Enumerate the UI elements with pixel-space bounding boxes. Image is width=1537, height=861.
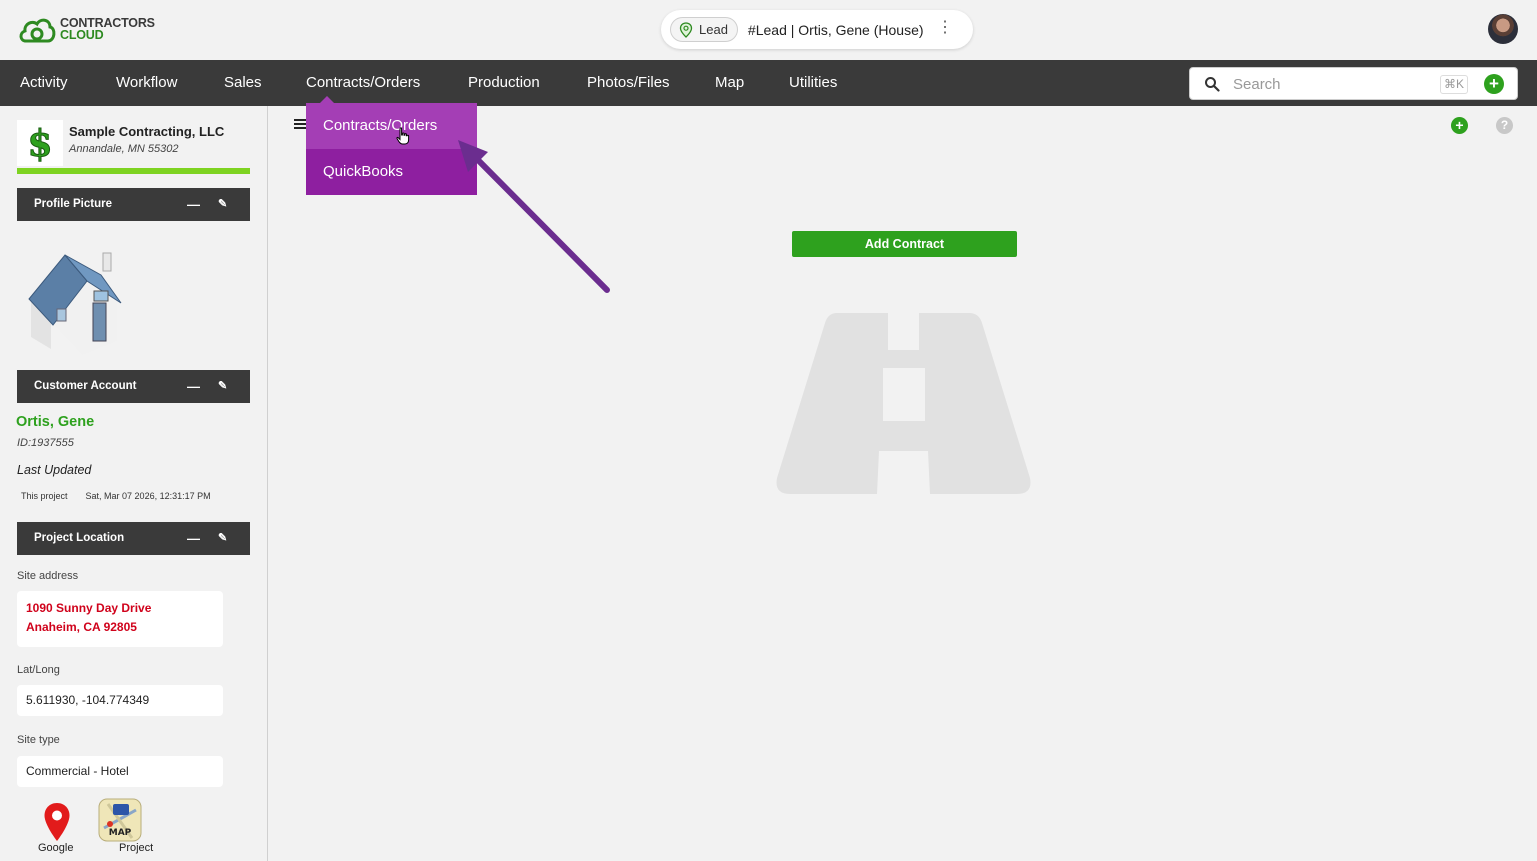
site-type-field[interactable]: Commercial - Hotel	[17, 756, 223, 787]
collapse-icon[interactable]: —	[187, 370, 200, 403]
svg-text:$: $	[27, 123, 52, 163]
add-contract-button[interactable]: Add Contract	[792, 231, 1017, 257]
top-bar: CONTRACTORS CLOUD Lead #Lead | Ortis, Ge…	[0, 0, 1537, 60]
search-icon	[1205, 77, 1220, 92]
project-map-label: Project	[119, 842, 154, 854]
location-pin-icon	[679, 21, 693, 38]
collapse-icon[interactable]: —	[187, 188, 200, 221]
record-title: #Lead | Ortis, Gene (House)	[747, 21, 924, 38]
edit-icon[interactable]: ✎	[218, 188, 227, 221]
this-project-label: This project	[21, 491, 68, 501]
search-shortcut: ⌘K	[1440, 75, 1469, 94]
map-links: Google MAP Project	[17, 798, 257, 858]
dollar-logo-icon: $	[17, 120, 63, 166]
main-nav: Activity Workflow Sales Contracts/Orders…	[0, 60, 1537, 106]
house-image	[28, 252, 122, 355]
latlong-label: Lat/Long	[17, 664, 60, 676]
nav-production[interactable]: Production	[468, 60, 540, 106]
logo-line2: CLOUD	[60, 28, 104, 42]
panel-title: Project Location	[34, 532, 125, 544]
progress-bar	[17, 168, 250, 174]
google-map-label: Google	[38, 842, 74, 854]
hand-cursor-icon	[396, 127, 410, 145]
company-address: Annandale, MN 55302	[69, 143, 179, 155]
company-name: Sample Contracting, LLC	[69, 124, 225, 139]
last-updated-row: This project Sat, Mar 07 2026, 12:31:17 P…	[21, 491, 211, 501]
nav-utilities[interactable]: Utilities	[789, 60, 837, 106]
nav-workflow[interactable]: Workflow	[116, 60, 177, 106]
last-updated-label: Last Updated	[17, 463, 92, 477]
user-avatar[interactable]	[1488, 14, 1518, 44]
this-project-date: Sat, Mar 07 2026, 12:31:17 PM	[85, 491, 211, 501]
left-sidebar: $ Sample Contracting, LLC Annandale, MN …	[0, 106, 268, 861]
global-search[interactable]: ⌘K +	[1189, 67, 1518, 100]
nav-sales[interactable]: Sales	[224, 60, 262, 106]
project-map-icon[interactable]: MAP	[98, 798, 142, 842]
site-address-label: Site address	[17, 570, 79, 582]
quick-add-icon[interactable]: +	[1484, 74, 1504, 94]
record-selector[interactable]: Lead #Lead | Ortis, Gene (House) ⋮	[661, 10, 973, 49]
annotation-arrow	[458, 140, 610, 293]
customer-name-link[interactable]: Ortis, Gene	[16, 414, 94, 430]
customer-id: ID:1937555	[17, 437, 74, 449]
collapse-icon[interactable]: —	[187, 522, 200, 555]
nav-map[interactable]: Map	[715, 60, 744, 106]
site-address-line1: 1090 Sunny Day Drive	[26, 601, 152, 615]
lead-chip-label: Lead	[699, 22, 728, 37]
search-input[interactable]	[1233, 74, 1423, 94]
google-map-pin-icon[interactable]	[43, 802, 71, 842]
site-type-label: Site type	[17, 734, 60, 746]
profile-picture-panel-header[interactable]: Profile Picture — ✎	[17, 188, 250, 221]
panel-title: Customer Account	[34, 380, 137, 392]
panel-title: Profile Picture	[34, 198, 112, 210]
project-location-panel-header[interactable]: Project Location — ✎	[17, 522, 250, 555]
latlong-field[interactable]: 5.611930, -104.774349	[17, 685, 223, 716]
help-icon[interactable]: ?	[1496, 117, 1513, 134]
app-logo[interactable]: CONTRACTORS CLOUD	[18, 14, 155, 44]
company-card: $ Sample Contracting, LLC Annandale, MN …	[17, 120, 250, 168]
empty-state-road-icon	[776, 313, 1031, 494]
nav-activity[interactable]: Activity	[20, 60, 68, 106]
add-icon[interactable]: +	[1451, 117, 1468, 134]
hamburger-menu-icon[interactable]	[294, 118, 306, 130]
site-address-line2: Anaheim, CA 92805	[26, 620, 137, 634]
edit-icon[interactable]: ✎	[218, 522, 227, 555]
kebab-icon[interactable]: ⋮	[937, 20, 953, 36]
cloud-logo-icon	[19, 18, 56, 43]
svg-text:MAP: MAP	[109, 828, 132, 838]
site-address-box[interactable]: 1090 Sunny Day Drive Anaheim, CA 92805	[17, 591, 223, 647]
edit-icon[interactable]: ✎	[218, 370, 227, 403]
nav-photos-files[interactable]: Photos/Files	[587, 60, 670, 106]
lead-chip[interactable]: Lead	[670, 17, 738, 42]
customer-account-panel-header[interactable]: Customer Account — ✎	[17, 370, 250, 403]
